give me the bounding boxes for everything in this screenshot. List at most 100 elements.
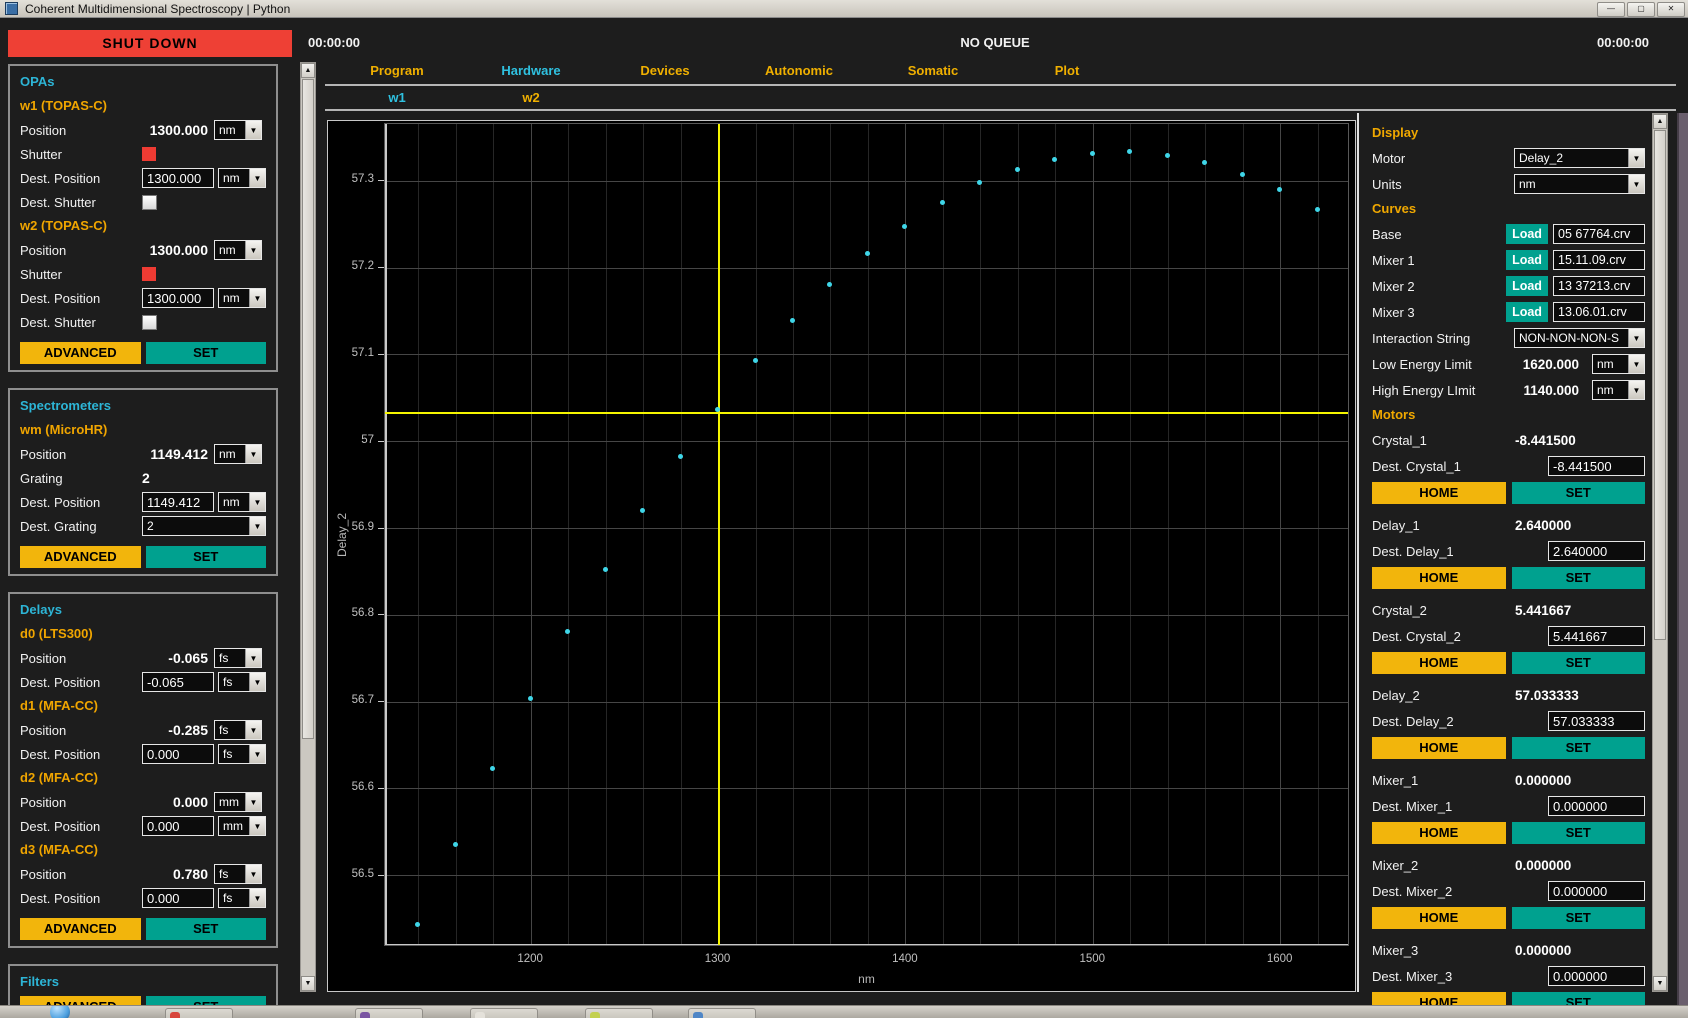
- tab-plot[interactable]: Plot: [1000, 61, 1134, 81]
- dest-crystal-1-input[interactable]: -8.441500: [1548, 456, 1645, 476]
- taskbar-item-5[interactable]: [688, 1008, 756, 1018]
- mixer-2-curve-file-input[interactable]: 13 37213.crv: [1553, 276, 1645, 296]
- plot-axes[interactable]: [384, 123, 1349, 946]
- chevron-down-icon[interactable]: ▼: [249, 745, 265, 763]
- tab-devices[interactable]: Devices: [598, 61, 732, 81]
- base-load-button[interactable]: Load: [1506, 224, 1548, 244]
- close-button[interactable]: ✕: [1657, 2, 1685, 17]
- units-dropdown[interactable]: mm▼: [218, 816, 266, 836]
- units-dropdown[interactable]: nm▼: [214, 240, 262, 260]
- scroll-up-button[interactable]: ▲: [301, 63, 315, 78]
- dest-mixer-3-input[interactable]: 0.000000: [1548, 966, 1645, 986]
- chevron-down-icon[interactable]: ▼: [249, 817, 265, 835]
- units-dropdown[interactable]: nm▼: [218, 168, 266, 188]
- right-scrollbar[interactable]: ▲ ▼: [1652, 113, 1668, 992]
- chevron-down-icon[interactable]: ▼: [1628, 149, 1644, 167]
- scrollbar-thumb[interactable]: [302, 79, 314, 739]
- tab-program[interactable]: Program: [330, 61, 464, 81]
- left-scrollbar[interactable]: ▲ ▼: [300, 62, 316, 992]
- tab-autonomic[interactable]: Autonomic: [732, 61, 866, 81]
- mixer-2-home-button[interactable]: HOME: [1372, 907, 1506, 929]
- spectrometers-set-button[interactable]: SET: [146, 546, 267, 568]
- taskbar-item-4[interactable]: [585, 1008, 653, 1018]
- opas-advanced-button[interactable]: ADVANCED: [20, 342, 141, 364]
- delay-1-set-button[interactable]: SET: [1512, 567, 1646, 589]
- windows-taskbar[interactable]: [0, 1005, 1688, 1018]
- chevron-down-icon[interactable]: ▼: [245, 649, 261, 667]
- crystal-2-set-button[interactable]: SET: [1512, 652, 1646, 674]
- scroll-up-button[interactable]: ▲: [1653, 114, 1667, 129]
- mixer-3-set-button[interactable]: SET: [1512, 992, 1646, 1005]
- units-dropdown[interactable]: nm▼: [218, 492, 266, 512]
- chevron-down-icon[interactable]: ▼: [1628, 329, 1644, 347]
- start-orb[interactable]: [50, 1005, 70, 1018]
- subtab-w1[interactable]: w1: [330, 89, 464, 107]
- mixer-1-home-button[interactable]: HOME: [1372, 822, 1506, 844]
- chevron-down-icon[interactable]: ▼: [1628, 381, 1644, 399]
- dest-mixer-1-input[interactable]: 0.000000: [1548, 796, 1645, 816]
- units-dropdown[interactable]: fs▼: [214, 720, 262, 740]
- chevron-down-icon[interactable]: ▼: [1628, 175, 1644, 193]
- mixer-1-set-button[interactable]: SET: [1512, 822, 1646, 844]
- chevron-down-icon[interactable]: ▼: [249, 169, 265, 187]
- delay-1-home-button[interactable]: HOME: [1372, 567, 1506, 589]
- chevron-down-icon[interactable]: ▼: [249, 673, 265, 691]
- units-dropdown[interactable]: fs▼: [214, 648, 262, 668]
- dest-position-input[interactable]: -0.065: [142, 672, 214, 692]
- dest-crystal-2-input[interactable]: 5.441667: [1548, 626, 1645, 646]
- units-dropdown[interactable]: nm▼: [214, 120, 262, 140]
- dest-grating-dropdown[interactable]: 2▼: [142, 516, 266, 536]
- crystal-1-set-button[interactable]: SET: [1512, 482, 1646, 504]
- calibration-plot[interactable]: 1200130014001500160057.357.257.15756.956…: [327, 120, 1356, 992]
- dest-shutter-checkbox[interactable]: [142, 315, 157, 330]
- dest-position-input[interactable]: 1300.000: [142, 168, 214, 188]
- scrollbar-thumb[interactable]: [1654, 130, 1666, 640]
- delay-2-home-button[interactable]: HOME: [1372, 737, 1506, 759]
- chevron-down-icon[interactable]: ▼: [249, 517, 265, 535]
- maximize-button[interactable]: ▢: [1627, 2, 1655, 17]
- chevron-down-icon[interactable]: ▼: [249, 889, 265, 907]
- chevron-down-icon[interactable]: ▼: [1628, 355, 1644, 373]
- shut-down-button[interactable]: SHUT DOWN: [8, 30, 292, 57]
- units-dropdown[interactable]: fs▼: [218, 744, 266, 764]
- spectrometers-advanced-button[interactable]: ADVANCED: [20, 546, 141, 568]
- minimize-button[interactable]: —: [1597, 2, 1625, 17]
- mixer-1-curve-file-input[interactable]: 15.11.09.crv: [1553, 250, 1645, 270]
- filters-advanced-button[interactable]: ADVANCED: [20, 996, 141, 1005]
- filters-set-button[interactable]: SET: [146, 996, 267, 1005]
- units-dropdown[interactable]: fs▼: [214, 864, 262, 884]
- chevron-down-icon[interactable]: ▼: [245, 793, 261, 811]
- chevron-down-icon[interactable]: ▼: [249, 493, 265, 511]
- units-dropdown[interactable]: nm▼: [218, 288, 266, 308]
- scroll-down-button[interactable]: ▼: [1653, 976, 1667, 991]
- delays-set-button[interactable]: SET: [146, 918, 267, 940]
- dest-position-input[interactable]: 1149.412: [142, 492, 214, 512]
- dest-position-input[interactable]: 0.000: [142, 888, 214, 908]
- units-dropdown[interactable]: nm▼: [214, 444, 262, 464]
- mixer-1-load-button[interactable]: Load: [1506, 250, 1548, 270]
- chevron-down-icon[interactable]: ▼: [245, 865, 261, 883]
- crystal-2-home-button[interactable]: HOME: [1372, 652, 1506, 674]
- tab-somatic[interactable]: Somatic: [866, 61, 1000, 81]
- chevron-down-icon[interactable]: ▼: [245, 445, 261, 463]
- chevron-down-icon[interactable]: ▼: [245, 721, 261, 739]
- mixer-2-set-button[interactable]: SET: [1512, 907, 1646, 929]
- chevron-down-icon[interactable]: ▼: [245, 241, 261, 259]
- dest-delay-1-input[interactable]: 2.640000: [1548, 541, 1645, 561]
- mixer-3-curve-file-input[interactable]: 13.06.01.crv: [1553, 302, 1645, 322]
- opas-set-button[interactable]: SET: [146, 342, 267, 364]
- chevron-down-icon[interactable]: ▼: [249, 289, 265, 307]
- units-dropdown[interactable]: mm▼: [214, 792, 262, 812]
- taskbar-item-3[interactable]: [470, 1008, 538, 1018]
- units-dropdown[interactable]: nm▼: [1514, 174, 1645, 194]
- motor-dropdown[interactable]: Delay_2▼: [1514, 148, 1645, 168]
- base-curve-file-input[interactable]: 05 67764.crv: [1553, 224, 1645, 244]
- dest-position-input[interactable]: 1300.000: [142, 288, 214, 308]
- dest-mixer-2-input[interactable]: 0.000000: [1548, 881, 1645, 901]
- delays-advanced-button[interactable]: ADVANCED: [20, 918, 141, 940]
- subtab-w2[interactable]: w2: [464, 89, 598, 107]
- scroll-down-button[interactable]: ▼: [301, 976, 315, 991]
- mixer-3-home-button[interactable]: HOME: [1372, 992, 1506, 1005]
- delay-2-set-button[interactable]: SET: [1512, 737, 1646, 759]
- mixer-3-load-button[interactable]: Load: [1506, 302, 1548, 322]
